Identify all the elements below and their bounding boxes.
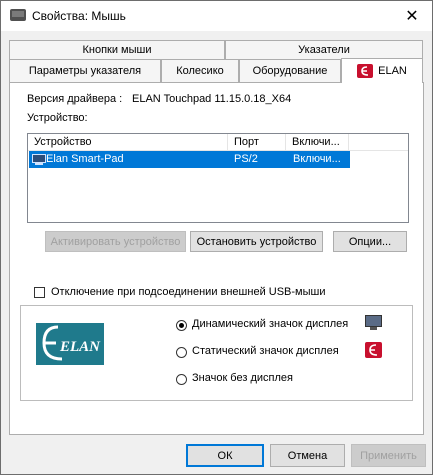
device-list-header: Устройство Порт Включи...: [28, 134, 408, 151]
apply-button[interactable]: Применить: [351, 444, 426, 467]
radio-dynamic-icon[interactable]: [176, 320, 187, 331]
ok-button[interactable]: ОК: [186, 444, 264, 467]
close-icon: ✕: [405, 8, 419, 25]
elan-logo: ELAN: [36, 323, 104, 365]
device-label: Устройство:: [27, 112, 88, 124]
tab-label: Колесико: [176, 65, 224, 77]
title-bar: Свойства: Мышь ✕: [1, 1, 432, 31]
tab-label: ELAN: [378, 65, 407, 77]
radio-static-label: Статический значок дисплея: [192, 345, 339, 357]
tab-pointer-options[interactable]: Параметры указателя: [9, 59, 161, 82]
radio-no-icon-label: Значок без дисплея: [192, 372, 293, 384]
tab-wheel[interactable]: Колесико: [161, 59, 239, 82]
device-name: Elan Smart-Pad: [46, 153, 124, 165]
device-enabled: Включи...: [293, 153, 341, 165]
radio-dynamic-label: Динамический значок дисплея: [192, 318, 349, 330]
column-device[interactable]: Устройство: [28, 134, 228, 150]
options-button[interactable]: Опции...: [333, 231, 407, 252]
radio-no-icon[interactable]: [176, 374, 187, 385]
monitor-icon: [365, 315, 382, 330]
column-port[interactable]: Порт: [228, 134, 286, 150]
usb-disable-checkbox[interactable]: [34, 287, 45, 298]
elan-e-icon: [357, 64, 374, 78]
mouse-app-icon: [10, 9, 26, 21]
column-enabled[interactable]: Включи...: [286, 134, 349, 150]
close-button[interactable]: ✕: [392, 1, 432, 31]
touchpad-icon: [32, 154, 46, 165]
tab-label: Кнопки мыши: [82, 44, 152, 56]
activate-device-button[interactable]: Активировать устройство: [45, 231, 186, 252]
device-list[interactable]: Устройство Порт Включи... Elan Smart-Pad…: [27, 133, 409, 223]
device-row[interactable]: Elan Smart-Pad PS/2 Включи...: [29, 151, 350, 168]
usb-disable-label: Отключение при подсоединении внешней USB…: [51, 286, 326, 298]
device-port: PS/2: [234, 153, 258, 165]
display-icon-group: ELAN Динамический значок дисплея Статиче…: [20, 305, 413, 401]
window-title: Свойства: Мышь: [32, 9, 126, 23]
tab-label: Указатели: [298, 44, 350, 56]
tab-label: Оборудование: [252, 65, 328, 77]
tab-elan[interactable]: ELAN: [341, 58, 423, 83]
elan-e-icon: [365, 342, 382, 358]
mouse-properties-window: Свойства: Мышь ✕ Кнопки мыши Указатели П…: [0, 0, 433, 475]
driver-version-value: ELAN Touchpad 11.15.0.18_X64: [132, 93, 292, 105]
elan-logo-text: ELAN: [59, 339, 101, 355]
tab-mouse-buttons[interactable]: Кнопки мыши: [9, 40, 225, 59]
elan-tab-panel: Версия драйвера : ELAN Touchpad 11.15.0.…: [9, 82, 424, 435]
stop-device-button[interactable]: Остановить устройство: [190, 231, 323, 252]
radio-static-icon[interactable]: [176, 347, 187, 358]
tab-pointers[interactable]: Указатели: [225, 40, 423, 59]
cancel-button[interactable]: Отмена: [270, 444, 345, 467]
tab-hardware[interactable]: Оборудование: [239, 59, 341, 82]
tab-label: Параметры указателя: [28, 65, 142, 77]
driver-version-label: Версия драйвера :: [27, 93, 123, 105]
